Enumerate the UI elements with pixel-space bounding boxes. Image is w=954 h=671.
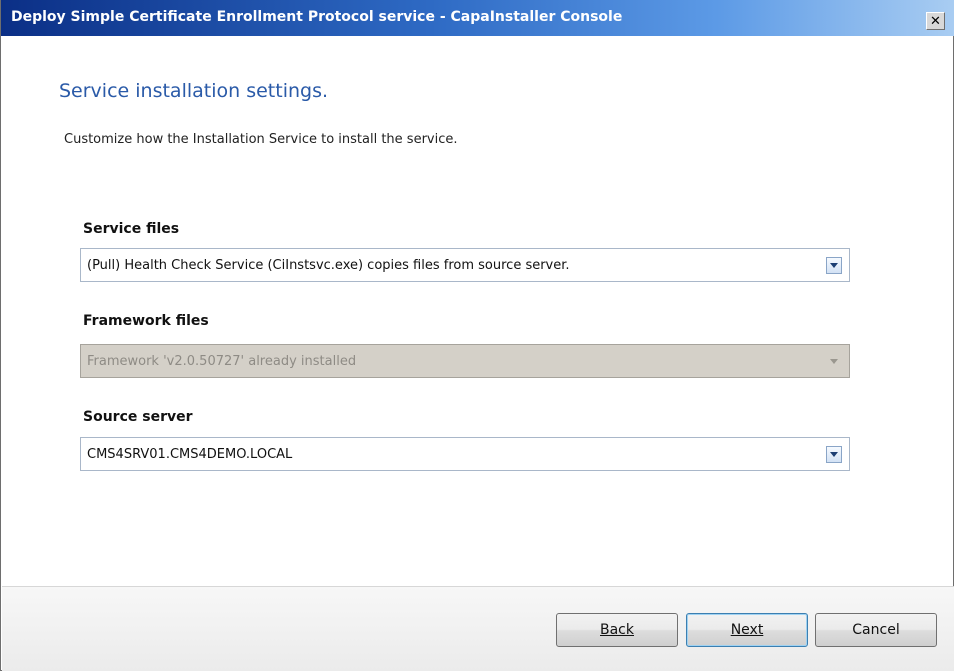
framework-files-dropdown: Framework 'v2.0.50727' already installed bbox=[80, 344, 850, 378]
wizard-window: Deploy Simple Certificate Enrollment Pro… bbox=[0, 0, 954, 671]
cancel-button[interactable]: Cancel bbox=[815, 613, 937, 647]
service-files-value: (Pull) Health Check Service (CiInstsvc.e… bbox=[87, 258, 570, 273]
title-bar: Deploy Simple Certificate Enrollment Pro… bbox=[1, 0, 954, 36]
back-button[interactable]: Back bbox=[556, 613, 678, 647]
chevron-down-icon bbox=[830, 359, 838, 364]
dropdown-button[interactable] bbox=[826, 446, 842, 463]
dropdown-button-disabled bbox=[826, 353, 842, 370]
back-button-label: Back bbox=[600, 622, 634, 638]
button-bar bbox=[2, 586, 954, 671]
page-heading: Service installation settings. bbox=[59, 80, 329, 102]
close-button[interactable]: ✕ bbox=[926, 12, 945, 30]
source-server-dropdown[interactable]: CMS4SRV01.CMS4DEMO.LOCAL bbox=[80, 437, 850, 471]
dropdown-button[interactable] bbox=[826, 257, 842, 274]
framework-files-value: Framework 'v2.0.50727' already installed bbox=[87, 354, 357, 369]
source-server-label: Source server bbox=[83, 409, 193, 425]
framework-files-label: Framework files bbox=[83, 313, 209, 329]
service-files-label: Service files bbox=[83, 221, 180, 237]
source-server-value: CMS4SRV01.CMS4DEMO.LOCAL bbox=[87, 447, 293, 462]
close-icon: ✕ bbox=[930, 13, 941, 29]
chevron-down-icon bbox=[830, 263, 838, 268]
service-files-dropdown[interactable]: (Pull) Health Check Service (CiInstsvc.e… bbox=[80, 248, 850, 282]
next-button[interactable]: Next bbox=[686, 613, 808, 647]
page-subtitle: Customize how the Installation Service t… bbox=[64, 132, 458, 147]
window-title: Deploy Simple Certificate Enrollment Pro… bbox=[11, 9, 623, 25]
cancel-button-label: Cancel bbox=[852, 622, 900, 638]
chevron-down-icon bbox=[830, 452, 838, 457]
next-button-label: Next bbox=[730, 622, 764, 638]
